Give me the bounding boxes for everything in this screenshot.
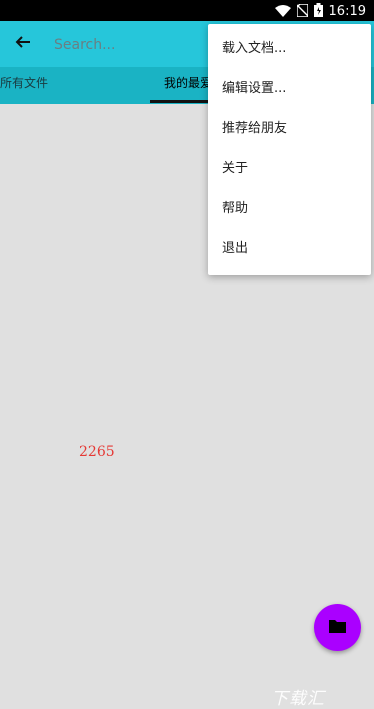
no-sim-icon xyxy=(295,2,309,21)
status-bar: 16:19 xyxy=(0,0,374,21)
back-button[interactable] xyxy=(8,29,38,59)
menu-item-about[interactable]: 关于 xyxy=(208,149,371,189)
battery-icon xyxy=(313,2,323,21)
tab-favorites[interactable]: 我的最爱 xyxy=(164,67,212,104)
wifi-icon xyxy=(274,2,291,21)
menu-item-load-document[interactable]: 载入文档... xyxy=(208,29,371,69)
folder-icon xyxy=(329,618,346,637)
menu-item-recommend[interactable]: 推荐给朋友 xyxy=(208,109,371,149)
tab-all-files[interactable]: 所有文件 xyxy=(0,67,48,104)
open-folder-button[interactable] xyxy=(314,604,361,651)
status-icons: 16:19 xyxy=(274,2,366,21)
overflow-menu: 载入文档... 编辑设置... 推荐给朋友 关于 帮助 退出 xyxy=(208,24,371,275)
menu-item-help[interactable]: 帮助 xyxy=(208,189,371,229)
status-time: 16:19 xyxy=(328,3,366,19)
count-label: 2265 xyxy=(79,444,115,460)
arrow-left-icon xyxy=(15,34,31,54)
menu-item-exit[interactable]: 退出 xyxy=(208,229,371,269)
watermark: 下载汇 xyxy=(271,689,325,709)
menu-item-edit-settings[interactable]: 编辑设置... xyxy=(208,69,371,109)
search-input[interactable] xyxy=(52,31,196,59)
